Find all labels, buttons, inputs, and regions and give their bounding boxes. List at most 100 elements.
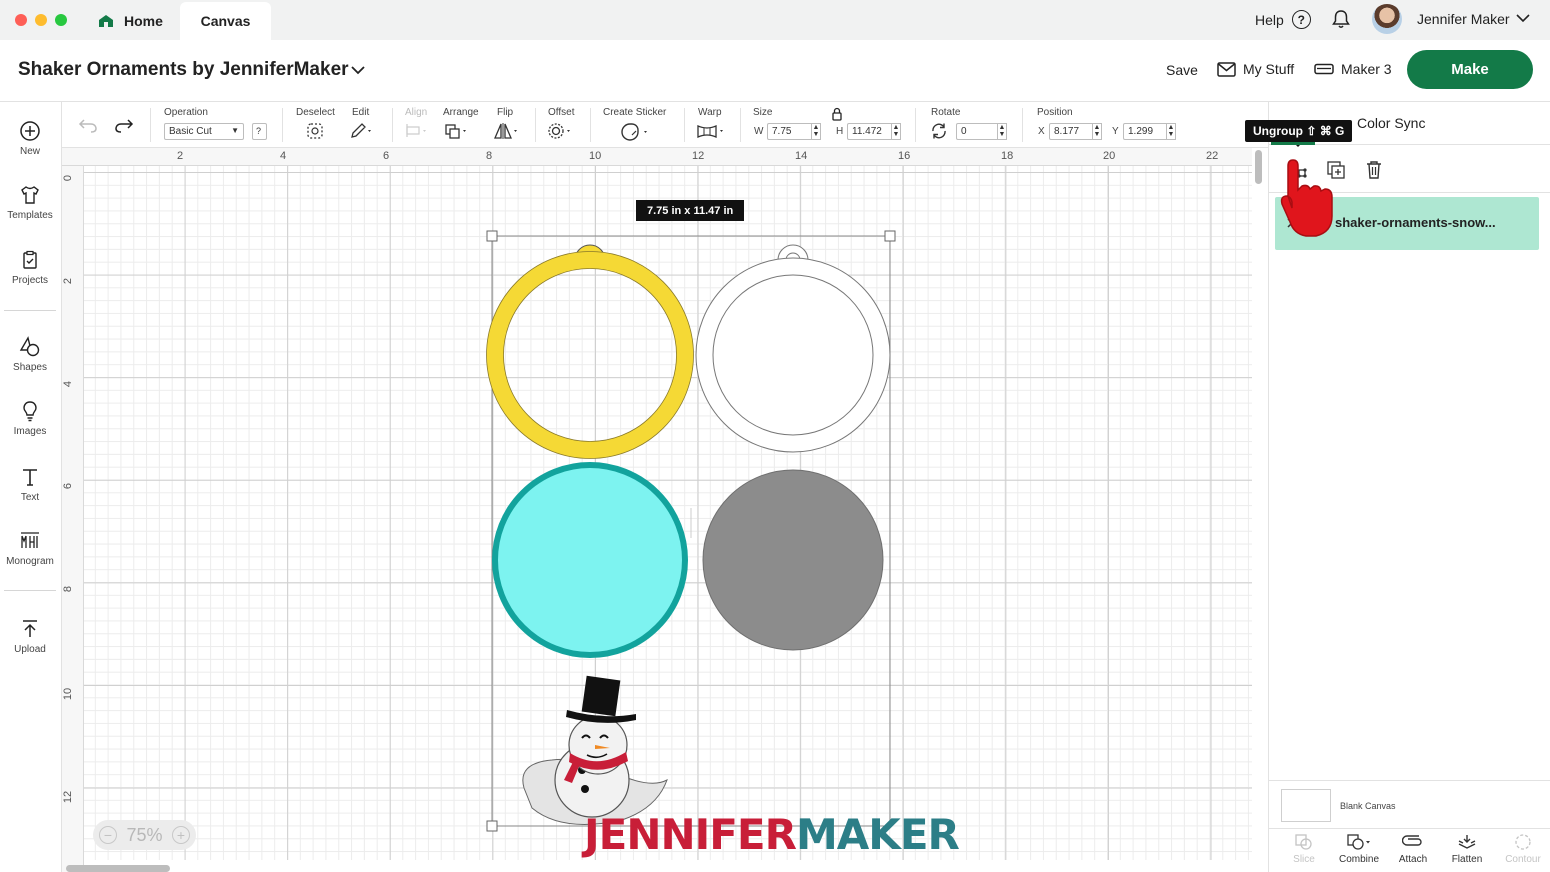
create-sticker-label: Create Sticker — [603, 107, 667, 118]
lock-icon[interactable] — [831, 107, 843, 121]
minimize-window-button[interactable] — [35, 14, 47, 26]
slice-icon — [1295, 834, 1312, 850]
help-label: Help — [1255, 11, 1284, 28]
redo-icon[interactable] — [114, 116, 134, 134]
flatten-label: Flatten — [1451, 854, 1483, 865]
tab-home-label: Home — [124, 13, 163, 29]
warp-icon[interactable] — [696, 122, 728, 140]
zoom-out-button[interactable]: − — [99, 826, 117, 844]
bell-icon[interactable] — [1331, 8, 1351, 30]
y-prefix: Y — [1112, 126, 1119, 137]
sidebar-item-text[interactable]: Text — [0, 466, 60, 503]
arrange-label: Arrange — [443, 107, 479, 118]
teal-ornament-backing[interactable] — [492, 462, 688, 658]
sidebar-item-upload[interactable]: Upload — [0, 618, 60, 655]
tab-canvas[interactable]: Canvas — [180, 2, 271, 40]
watermark-text-red: JENNIFER — [584, 810, 797, 859]
flatten-button[interactable]: Flatten — [1440, 833, 1494, 865]
edit-toolbar: Operation Basic Cut ▼ ? Deselect Edit Al… — [62, 102, 1268, 148]
tab-color-sync[interactable]: Color Sync — [1357, 115, 1425, 131]
sidebar-item-new[interactable]: New — [0, 120, 60, 157]
position-y-input[interactable]: 1.299 — [1123, 123, 1169, 140]
resize-handle[interactable] — [486, 820, 498, 832]
width-stepper[interactable]: ▲ ▼ — [811, 123, 821, 140]
zoom-in-button[interactable]: + — [172, 826, 190, 844]
offset-icon[interactable] — [547, 122, 575, 140]
upload-icon — [23, 620, 37, 637]
plus-circle-icon — [20, 121, 40, 141]
sidebar-item-shapes[interactable]: Shapes — [0, 336, 60, 373]
chevron-down-icon[interactable] — [1516, 12, 1530, 24]
help-button[interactable]: Help ? — [1255, 10, 1311, 29]
slice-button[interactable]: Slice — [1277, 833, 1331, 865]
sidebar-item-monogram[interactable]: Monogram — [0, 530, 60, 567]
divider — [392, 108, 393, 142]
divider — [1022, 108, 1023, 142]
yellow-ornament-frame[interactable] — [486, 244, 694, 459]
gray-ornament-backing[interactable] — [702, 469, 884, 651]
contour-label: Contour — [1505, 854, 1541, 865]
tab-home[interactable]: Home — [88, 2, 180, 40]
sidebar-item-templates[interactable]: Templates — [0, 184, 60, 221]
rotate-stepper[interactable]: ▲ ▼ — [997, 123, 1007, 140]
sidebar-item-projects[interactable]: Projects — [0, 249, 60, 286]
position-x-input[interactable]: 8.177 — [1049, 123, 1095, 140]
avatar[interactable] — [1372, 4, 1402, 34]
design-canvas[interactable]: 2 4 6 8 10 12 14 16 18 20 22 0 2 4 6 8 1… — [62, 148, 1268, 872]
operation-value: Basic Cut — [169, 126, 212, 137]
sidebar-label: Projects — [11, 275, 49, 286]
deselect-icon[interactable] — [306, 122, 324, 140]
slice-label: Slice — [1293, 854, 1315, 865]
pointer-hand-icon — [1280, 159, 1333, 237]
attach-button[interactable]: Attach — [1386, 833, 1440, 865]
shapes-icon — [19, 336, 40, 357]
edit-label: Edit — [352, 107, 370, 118]
caret-down-icon: ▼ — [231, 126, 239, 135]
sticker-icon[interactable] — [620, 122, 652, 142]
sidebar-label: Templates — [7, 210, 53, 221]
make-button[interactable]: Make — [1407, 50, 1533, 89]
combine-icon — [1347, 834, 1370, 850]
resize-handle[interactable] — [486, 230, 498, 242]
flatten-icon — [1458, 835, 1476, 849]
white-ornament-frame[interactable] — [695, 244, 891, 453]
monogram-icon — [21, 532, 39, 548]
watermark-text-teal: MAKER — [795, 810, 960, 859]
undo-icon[interactable] — [78, 116, 98, 134]
size-tooltip: 7.75 in x 11.47 in — [636, 200, 745, 221]
divider — [4, 590, 56, 591]
position-x-stepper[interactable]: ▲ ▼ — [1092, 123, 1102, 140]
arrange-icon[interactable] — [444, 122, 470, 140]
close-window-button[interactable] — [15, 14, 27, 26]
user-name[interactable]: Jennifer Maker — [1417, 11, 1510, 27]
snowman-image[interactable] — [522, 675, 668, 825]
trash-icon[interactable] — [1365, 160, 1383, 180]
rotate-input[interactable]: 0 — [956, 123, 1000, 140]
align-icon[interactable] — [404, 122, 430, 140]
height-input[interactable]: 11.472 — [847, 123, 893, 140]
resize-handle[interactable] — [884, 230, 896, 242]
blank-canvas-row[interactable]: Blank Canvas — [1269, 780, 1550, 828]
operation-help-button[interactable]: ? — [252, 123, 267, 140]
sidebar-item-images[interactable]: Images — [0, 400, 60, 437]
ornament-design-group[interactable] — [62, 148, 1268, 872]
chevron-down-icon[interactable] — [350, 65, 366, 75]
height-stepper[interactable]: ▲ ▼ — [891, 123, 901, 140]
divider — [4, 310, 56, 311]
rotate-icon[interactable] — [930, 122, 948, 140]
machine-selector[interactable]: Maker 3 — [1314, 61, 1392, 77]
sidebar-label: Images — [13, 426, 47, 437]
my-stuff-button[interactable]: My Stuff — [1217, 61, 1294, 77]
maximize-window-button[interactable] — [55, 14, 67, 26]
combine-button[interactable]: Combine — [1332, 833, 1386, 865]
title-bar: Home Canvas Help ? Jennifer Maker — [0, 0, 1550, 40]
divider — [282, 108, 283, 142]
project-title[interactable]: Shaker Ornaments by JenniferMaker — [18, 59, 349, 81]
flip-icon[interactable] — [492, 122, 520, 140]
pencil-icon[interactable] — [349, 122, 375, 140]
contour-button[interactable]: Contour — [1496, 833, 1550, 865]
position-y-stepper[interactable]: ▲ ▼ — [1166, 123, 1176, 140]
width-input[interactable]: 7.75 — [767, 123, 815, 140]
operation-select[interactable]: Basic Cut ▼ — [164, 123, 244, 140]
save-button[interactable]: Save — [1166, 62, 1198, 78]
